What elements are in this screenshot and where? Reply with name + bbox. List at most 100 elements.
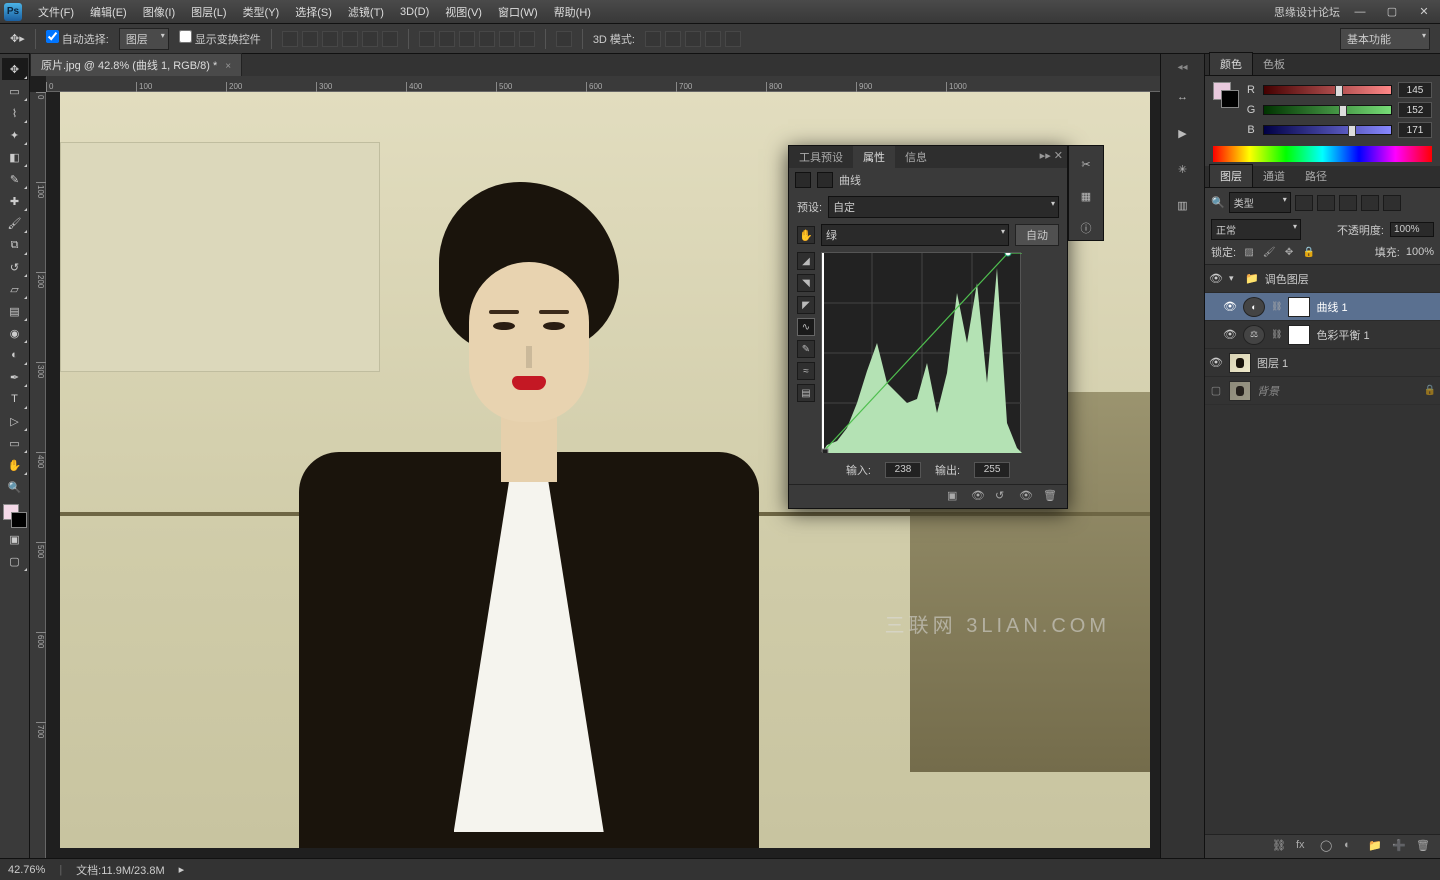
curve-pencil-icon[interactable]: ✎ xyxy=(797,340,815,358)
gradient-tool[interactable]: ▤ xyxy=(2,300,28,322)
link-layers-icon[interactable]: ⛓ xyxy=(1272,839,1288,855)
delete-adjust-icon[interactable]: 🗑 xyxy=(1043,489,1059,505)
info-strip-icon[interactable]: ⓘ xyxy=(1074,216,1098,240)
mask-link-icon[interactable]: ⛓ xyxy=(1271,329,1282,340)
align-bottom-icon[interactable] xyxy=(322,31,338,47)
delete-layer-icon[interactable]: 🗑 xyxy=(1416,839,1432,855)
blur-tool[interactable]: ◉ xyxy=(2,322,28,344)
scale-3d-icon[interactable] xyxy=(725,31,741,47)
visibility-icon[interactable]: 👁 xyxy=(1209,356,1223,369)
window-minimize-icon[interactable]: — xyxy=(1348,4,1372,20)
mask-type-icon[interactable] xyxy=(817,172,833,188)
visibility-off-icon[interactable]: ▢ xyxy=(1209,384,1223,397)
set-black-point-icon[interactable]: ◢ xyxy=(797,252,815,270)
magic-wand-tool[interactable]: ✦ xyxy=(2,124,28,146)
show-transform-checkbox[interactable]: 显示变换控件 xyxy=(179,30,261,47)
marquee-tool[interactable]: ▭ xyxy=(2,80,28,102)
filter-adjust-icon[interactable] xyxy=(1317,195,1335,211)
filter-pixel-icon[interactable] xyxy=(1295,195,1313,211)
menu-type[interactable]: 类型(Y) xyxy=(235,4,288,20)
set-white-point-icon[interactable]: ◤ xyxy=(797,296,815,314)
status-arrow-icon[interactable]: ▸ xyxy=(179,863,185,876)
spectrum-bar[interactable] xyxy=(1213,146,1432,162)
set-gray-point-icon[interactable]: ◥ xyxy=(797,274,815,292)
menu-image[interactable]: 图像(I) xyxy=(135,4,183,20)
window-close-icon[interactable]: ✕ xyxy=(1412,4,1436,20)
history-panel-icon[interactable]: ↔ xyxy=(1171,85,1195,109)
adjustments-strip-icon[interactable]: ✂ xyxy=(1074,152,1098,176)
b-slider[interactable] xyxy=(1263,125,1392,135)
filter-shape-icon[interactable] xyxy=(1361,195,1379,211)
tab-swatches[interactable]: 色板 xyxy=(1253,53,1295,75)
pen-tool[interactable]: ✒ xyxy=(2,366,28,388)
distribute-hcenter-icon[interactable] xyxy=(499,31,515,47)
distribute-bottom-icon[interactable] xyxy=(459,31,475,47)
lock-pixels-icon[interactable]: 🖌 xyxy=(1262,245,1276,259)
brush-tool[interactable]: 🖌 xyxy=(2,212,28,234)
tab-paths[interactable]: 路径 xyxy=(1295,165,1337,187)
curve-smooth-icon[interactable]: ≈ xyxy=(797,362,815,380)
align-icons[interactable] xyxy=(282,31,398,47)
output-value[interactable]: 255 xyxy=(974,462,1010,478)
auto-select-checkbox[interactable]: 自动选择: xyxy=(46,30,109,47)
hand-tool[interactable]: ✋ xyxy=(2,454,28,476)
sampler-icon[interactable]: ✋ xyxy=(797,226,815,244)
auto-select-target-dropdown[interactable]: 图层 xyxy=(119,28,169,50)
new-adjust-icon[interactable]: ◐ xyxy=(1344,839,1360,855)
layer-mask-thumb[interactable] xyxy=(1288,297,1310,317)
b-value[interactable] xyxy=(1398,122,1432,138)
navigator-panel-icon[interactable]: ✳ xyxy=(1171,157,1195,181)
preset-dropdown[interactable]: 自定 xyxy=(828,196,1059,218)
dock-collapse-icon[interactable]: ◂◂ xyxy=(1177,62,1187,73)
align-right-icon[interactable] xyxy=(382,31,398,47)
tab-channels[interactable]: 通道 xyxy=(1253,165,1295,187)
clone-tool[interactable]: ⧉ xyxy=(2,234,28,256)
quickmask-toggle[interactable]: ▣ xyxy=(2,528,28,550)
mode3d-icons[interactable] xyxy=(645,31,741,47)
orbit-3d-icon[interactable] xyxy=(645,31,661,47)
layer-mask-thumb[interactable] xyxy=(1288,325,1310,345)
curves-graph[interactable] xyxy=(821,252,1021,452)
input-value[interactable]: 238 xyxy=(885,462,921,478)
menu-3d[interactable]: 3D(D) xyxy=(392,6,437,18)
tab-info[interactable]: 信息 xyxy=(895,146,937,168)
filter-kind-dropdown[interactable]: 类型 xyxy=(1229,192,1291,213)
r-slider[interactable] xyxy=(1263,85,1392,95)
reset-icon[interactable]: ↺ xyxy=(995,489,1011,505)
curve-point-icon[interactable]: ∿ xyxy=(797,318,815,336)
menu-edit[interactable]: 编辑(E) xyxy=(82,4,135,20)
visibility-icon[interactable]: 👁 xyxy=(1223,300,1237,313)
dolly-3d-icon[interactable] xyxy=(685,31,701,47)
move-tool[interactable]: ✥ xyxy=(2,58,28,80)
distribute-vcenter-icon[interactable] xyxy=(439,31,455,47)
eraser-tool[interactable]: ▱ xyxy=(2,278,28,300)
tab-layers[interactable]: 图层 xyxy=(1209,164,1253,187)
distribute-left-icon[interactable] xyxy=(479,31,495,47)
align-left-icon[interactable] xyxy=(342,31,358,47)
toggle-visibility-icon[interactable]: 👁 xyxy=(1019,489,1035,505)
document-tab[interactable]: 原片.jpg @ 42.8% (曲线 1, RGB/8) *× xyxy=(30,53,242,76)
add-mask-icon[interactable]: ◯ xyxy=(1320,839,1336,855)
align-top-icon[interactable] xyxy=(282,31,298,47)
tab-close-icon[interactable]: × xyxy=(225,61,231,72)
type-tool[interactable]: T xyxy=(2,388,28,410)
clip-to-layer-icon[interactable]: ▣ xyxy=(947,489,963,505)
window-maximize-icon[interactable]: ▢ xyxy=(1380,4,1404,20)
styles-strip-icon[interactable]: ▦ xyxy=(1074,184,1098,208)
workspace-dropdown[interactable]: 基本功能 xyxy=(1340,28,1430,50)
menu-help[interactable]: 帮助(H) xyxy=(546,4,599,20)
pan-3d-icon[interactable] xyxy=(665,31,681,47)
filter-search-icon[interactable]: 🔍 xyxy=(1211,196,1225,209)
opacity-value[interactable]: 100% xyxy=(1390,222,1434,237)
histogram-panel-icon[interactable]: ▥ xyxy=(1171,193,1195,217)
menu-select[interactable]: 选择(S) xyxy=(287,4,340,20)
curve-options-icon[interactable]: ▤ xyxy=(797,384,815,402)
eyedropper-tool[interactable]: ✎ xyxy=(2,168,28,190)
menu-window[interactable]: 窗口(W) xyxy=(490,4,546,20)
path-select-tool[interactable]: ▷ xyxy=(2,410,28,432)
crop-tool[interactable]: ◧ xyxy=(2,146,28,168)
lock-transparent-icon[interactable]: ▨ xyxy=(1242,245,1256,259)
layer-color-balance[interactable]: 👁 ⚖ ⛓ 色彩平衡 1 xyxy=(1205,321,1440,349)
tab-tool-presets[interactable]: 工具预设 xyxy=(789,146,853,168)
blend-mode-dropdown[interactable]: 正常 xyxy=(1211,219,1301,240)
